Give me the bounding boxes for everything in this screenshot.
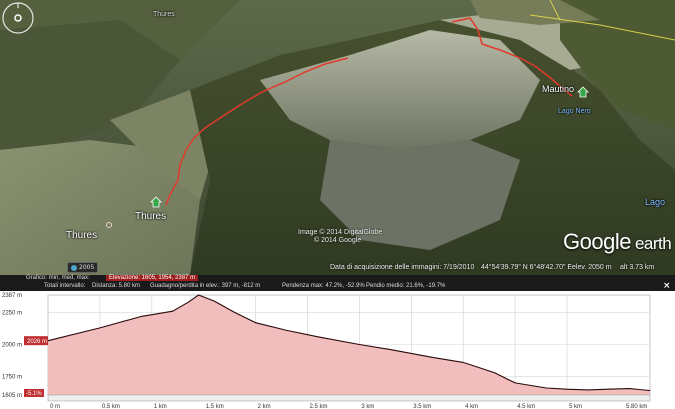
elevation-point [317, 336, 319, 338]
profile-range-total: Totali intervallo: [44, 283, 86, 289]
place-mautino[interactable]: Mautino [542, 84, 574, 94]
place-thures-lower[interactable]: Thures [66, 230, 97, 241]
elevation-point [587, 389, 589, 391]
chart-x-axis-band [47, 394, 651, 402]
road-marker-icon [71, 264, 77, 271]
google-earth-logo: Google earth [563, 229, 672, 254]
place-lago[interactable]: Lago [645, 197, 665, 207]
profile-avg-slope: Pendio medio: 21.6%, -19.7% [366, 283, 446, 289]
satellite-map-view[interactable]: Thures Thures Thures Mautino Lago Nero L… [0, 0, 675, 275]
x-tick-label: 2.5 km [309, 404, 327, 409]
elevation-point [359, 344, 360, 345]
elevation-point [649, 390, 651, 391]
place-thures-top: Thures [153, 11, 175, 18]
cursor-coordinates: 44°54'39.79" N 6°48'42.70" E [481, 264, 573, 271]
y-tick-label: 2000 m [2, 342, 22, 348]
elevation-point [255, 322, 256, 324]
elevation-point [198, 294, 199, 296]
elevation-profile-chart[interactable]: 1605 m 1750 m 2000 m 2250 m 2387 m 0 m 0.5 km 1… [0, 291, 675, 409]
x-tick-label: 5 km [569, 404, 582, 409]
x-tick-label: 3.5 km [413, 404, 431, 409]
profile-graph-label: Grafico: min, med, max: [26, 275, 90, 281]
elevation-point [431, 356, 433, 358]
elevation-point [213, 300, 215, 302]
y-tick-label: 1750 m [2, 374, 22, 380]
elevation-point [493, 372, 495, 373]
profile-max-slope: Pendenza max: 47.2%, -52.9% [282, 283, 365, 289]
house-placemark-icon[interactable] [150, 196, 162, 208]
place-lago-nero[interactable]: Lago Nero [558, 108, 591, 115]
eye-altitude: alt 3.73 km [620, 264, 655, 271]
x-tick-label: 0 m [50, 404, 60, 409]
slope-label: -5.1% [26, 391, 42, 397]
elevation-point [628, 388, 630, 389]
elevation-point [545, 387, 547, 389]
x-tick-label: 4.5 km [517, 404, 535, 409]
elevation-point [462, 362, 464, 363]
elevation-point [286, 330, 288, 331]
elevation-point [99, 327, 101, 329]
x-tick-label: 1.5 km [206, 404, 224, 409]
x-tick-label: 2 km [258, 404, 271, 409]
elevation-point [608, 388, 609, 390]
imagery-date: Data di acquisizione delle immagini: 7/1… [330, 264, 475, 271]
compass-icon[interactable] [0, 0, 36, 36]
x-tick-label: 5.80 km [626, 404, 647, 409]
elevation-point [514, 382, 516, 384]
road-marker: 2005 [67, 262, 99, 273]
cursor-elevation: elev. 2050 m [572, 264, 612, 271]
x-tick-label: 1 km [154, 404, 167, 409]
y-tick-label: 2387 m [2, 293, 22, 299]
imagery-copyright: Image © 2014 DigitalGlobe [298, 229, 383, 236]
place-thures[interactable]: Thures [135, 211, 166, 222]
profile-elevation-stats[interactable]: Elevazione: 1605, 1954, 2387 m [106, 275, 199, 281]
profile-elevation-gain: Guadagno/perdita in elev.: 397 m, -812 m [150, 283, 261, 289]
profile-distance: Distanza: 5.80 km [92, 283, 141, 289]
elevation-point [172, 310, 174, 312]
google-copyright: © 2014 Google [314, 237, 362, 244]
close-icon[interactable]: × [663, 281, 671, 291]
elevation-point [187, 301, 189, 303]
start-elevation-label: 2026 m [27, 339, 47, 345]
elevation-point [566, 388, 568, 390]
y-tick-label: 2250 m [2, 311, 22, 317]
x-tick-label: 3 km [361, 404, 374, 409]
x-tick-label: 0.5 km [102, 404, 120, 409]
x-tick-label: 4 km [465, 404, 478, 409]
y-tick-label: 1605 m [2, 393, 22, 399]
house-placemark-icon[interactable] [577, 86, 589, 98]
elevation-point [234, 312, 236, 313]
elevation-point [390, 349, 391, 350]
elevation-point [141, 316, 142, 317]
